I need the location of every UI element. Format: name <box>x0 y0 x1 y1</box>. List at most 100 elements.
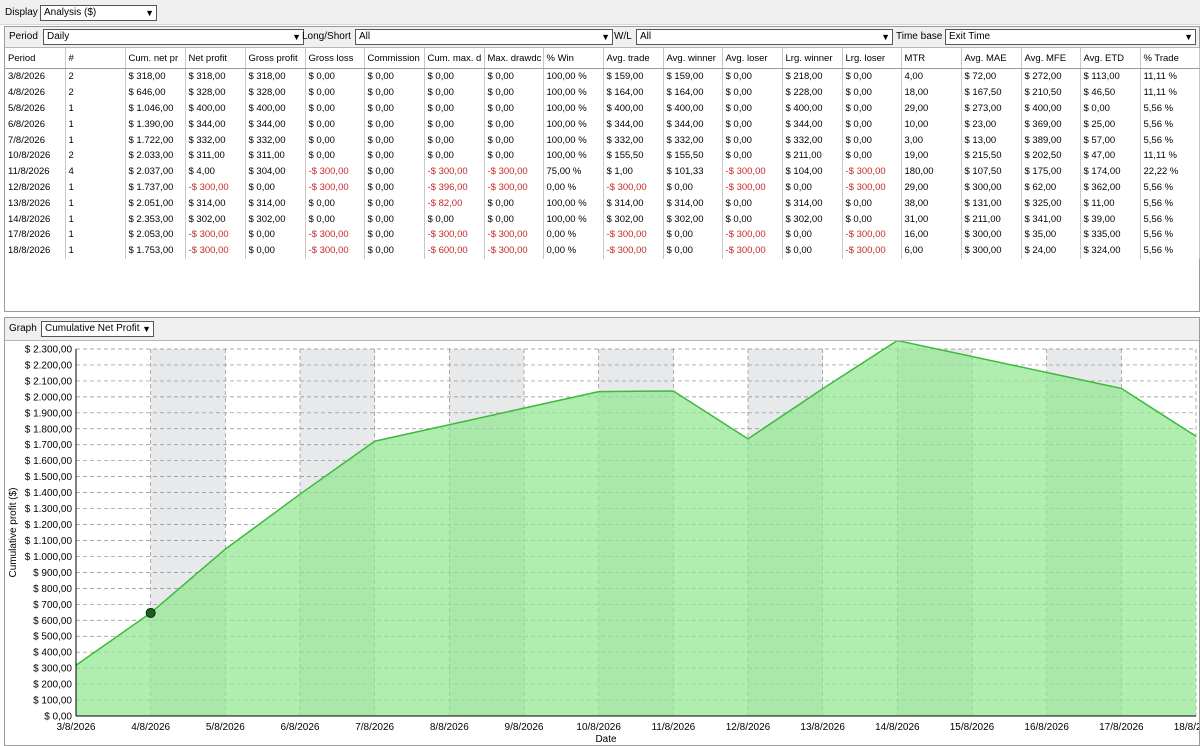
table-cell: $ 344,00 <box>603 116 664 133</box>
period-select[interactable]: Daily ▼ <box>43 29 304 45</box>
x-tick-label: 11/8/2026 <box>651 722 695 733</box>
table-cell: $ 400,00 <box>782 100 843 117</box>
long-short-select[interactable]: All ▼ <box>355 29 613 45</box>
data-point <box>746 437 750 441</box>
table-cell: $ 228,00 <box>782 84 843 101</box>
column-header[interactable]: Gross loss <box>305 48 365 69</box>
table-row[interactable]: 13/8/2026 1 $ 2.051,00 $ 314,00 $ 314,00 $ 0,… <box>5 195 1200 212</box>
table-cell: 0,00 % <box>543 226 604 243</box>
table-cell: $ 344,00 <box>782 116 843 133</box>
table-row[interactable]: 4/8/2026 2 $ 646,00 $ 328,00 $ 328,00 $ 0,00 $… <box>5 84 1200 101</box>
wl-select[interactable]: All ▼ <box>636 29 893 45</box>
table-cell: $ 175,00 <box>1021 163 1081 180</box>
table-cell: 2 <box>65 84 126 101</box>
table-cell: 100,00 % <box>543 116 604 133</box>
table-row[interactable]: 10/8/2026 2 $ 2.033,00 $ 311,00 $ 311,00 $ 0,… <box>5 147 1200 164</box>
table-cell: $ 35,00 <box>1021 226 1081 243</box>
y-tick-label: $ 1.800,00 <box>25 424 73 435</box>
table-cell: $ 0,00 <box>305 84 365 101</box>
column-header[interactable]: MTR <box>901 48 962 69</box>
table-cell: $ 400,00 <box>245 100 306 117</box>
table-cell: 4,00 <box>901 68 962 85</box>
table-cell: -$ 300,00 <box>722 163 783 180</box>
table-cell: 2 <box>65 147 126 164</box>
column-header[interactable]: Net profit <box>185 48 246 69</box>
column-header[interactable]: Lrg. loser <box>842 48 902 69</box>
x-tick-label: 4/8/2026 <box>131 722 170 733</box>
y-tick-label: $ 2.000,00 <box>25 392 73 403</box>
table-cell: $ 0,00 <box>484 100 544 117</box>
table-cell: 5,56 % <box>1140 179 1200 196</box>
table-row[interactable]: 11/8/2026 4 $ 2.037,00 $ 4,00 $ 304,00 -$ 300… <box>5 163 1200 180</box>
graph-select[interactable]: Cumulative Net Profit ▼ <box>41 321 154 337</box>
column-header[interactable]: Commission <box>364 48 425 69</box>
column-header[interactable]: Max. drawdc <box>484 48 544 69</box>
table-row[interactable]: 12/8/2026 1 $ 1.737,00 -$ 300,00 $ 0,00 -$ 30… <box>5 179 1200 196</box>
table-cell: $ 324,00 <box>1080 242 1141 259</box>
column-header[interactable]: Avg. MAE <box>961 48 1022 69</box>
column-header[interactable]: Gross profit <box>245 48 306 69</box>
x-tick-label: 12/8/2026 <box>726 722 771 733</box>
column-header[interactable]: Avg. trade <box>603 48 664 69</box>
column-header[interactable]: Avg. ETD <box>1080 48 1141 69</box>
column-header[interactable]: % Win <box>543 48 604 69</box>
table-cell: $ 0,00 <box>663 179 723 196</box>
table-cell: $ 0,00 <box>842 211 902 227</box>
period-label: Period <box>9 31 38 42</box>
column-header[interactable]: % Trade <box>1140 48 1200 69</box>
column-header[interactable]: Period <box>5 48 66 69</box>
table-cell: $ 2.353,00 <box>125 211 186 227</box>
column-header[interactable]: Avg. loser <box>722 48 783 69</box>
table-cell: 14/8/2026 <box>5 211 66 227</box>
chevron-down-icon: ▼ <box>142 324 151 334</box>
data-point <box>373 439 377 443</box>
table-cell: $ 328,00 <box>245 84 306 101</box>
column-header[interactable]: Avg. MFE <box>1021 48 1081 69</box>
table-cell: $ 0,00 <box>364 132 425 148</box>
table-cell: $ 311,00 <box>185 147 246 164</box>
table-row[interactable]: 6/8/2026 1 $ 1.390,00 $ 344,00 $ 344,00 $ 0,0… <box>5 116 1200 133</box>
column-header[interactable]: # <box>65 48 126 69</box>
table-row[interactable]: 3/8/2026 2 $ 318,00 $ 318,00 $ 318,00 $ 0,00 $… <box>5 68 1200 85</box>
table-row[interactable]: 5/8/2026 1 $ 1.046,00 $ 400,00 $ 400,00 $ 0,0… <box>5 100 1200 117</box>
table-cell: 12/8/2026 <box>5 179 66 196</box>
table-cell: $ 72,00 <box>961 68 1022 85</box>
table-cell: -$ 300,00 <box>305 226 365 243</box>
table-cell: $ 211,00 <box>961 211 1022 227</box>
table-cell: 38,00 <box>901 195 962 212</box>
y-tick-label: $ 100,00 <box>33 696 72 707</box>
table-cell: 100,00 % <box>543 211 604 227</box>
table-row[interactable]: 14/8/2026 1 $ 2.353,00 $ 302,00 $ 302,00 $ 0,… <box>5 211 1200 227</box>
filter-bar: Period Daily ▼ Long/Short All ▼ W/L All … <box>5 27 1199 48</box>
table-cell: $ 0,00 <box>364 116 425 133</box>
column-header[interactable]: Avg. winner <box>663 48 723 69</box>
table-row[interactable]: 7/8/2026 1 $ 1.722,00 $ 332,00 $ 332,00 $ 0,0… <box>5 132 1200 148</box>
display-select[interactable]: Analysis ($) ▼ <box>40 5 157 21</box>
table-row[interactable]: 18/8/2026 1 $ 1.753,00 -$ 300,00 $ 0,00 -$ 30… <box>5 242 1200 259</box>
column-header[interactable]: Cum. net pr <box>125 48 186 69</box>
table-cell: 6,00 <box>901 242 962 259</box>
table-cell: $ 210,50 <box>1021 84 1081 101</box>
column-header[interactable]: Lrg. winner <box>782 48 843 69</box>
table-cell: $ 311,00 <box>245 147 306 164</box>
table-cell: $ 131,00 <box>961 195 1022 212</box>
table-cell: 0,00 % <box>543 179 604 196</box>
table-row[interactable]: 17/8/2026 1 $ 2.053,00 -$ 300,00 $ 0,00 -$ 30… <box>5 226 1200 243</box>
table-cell: 100,00 % <box>543 147 604 164</box>
table-cell: $ 0,00 <box>1080 100 1141 117</box>
table-cell: 29,00 <box>901 100 962 117</box>
table-cell: $ 0,00 <box>842 68 902 85</box>
table-cell: $ 0,00 <box>722 195 783 212</box>
table-cell: 11,11 % <box>1140 84 1200 101</box>
x-tick-label: 9/8/2026 <box>505 722 544 733</box>
table-cell: 7/8/2026 <box>5 132 66 148</box>
y-tick-label: $ 2.200,00 <box>25 360 73 371</box>
table-cell: $ 0,00 <box>842 116 902 133</box>
column-header[interactable]: Cum. max. d <box>424 48 485 69</box>
y-tick-label: $ 400,00 <box>33 648 72 659</box>
time-base-select[interactable]: Exit Time ▼ <box>945 29 1196 45</box>
table-cell: $ 0,00 <box>364 179 425 196</box>
chevron-down-icon: ▼ <box>292 32 301 42</box>
table-cell: -$ 300,00 <box>722 226 783 243</box>
table-cell: $ 304,00 <box>245 163 306 180</box>
